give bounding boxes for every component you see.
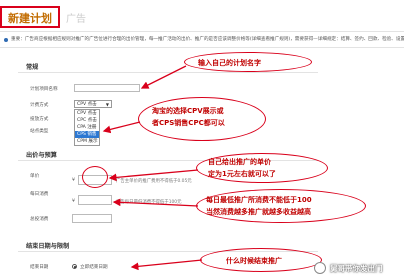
arrow-4 [112, 198, 199, 207]
watermark-text: 舅哥带你发出门 [330, 264, 383, 273]
arrow-5 [130, 259, 203, 271]
arrow-2 [102, 121, 141, 134]
annotation-arrows [102, 65, 203, 271]
watermark-icon [314, 262, 326, 274]
arrow-1 [140, 65, 187, 89]
arrow-3 [108, 169, 199, 182]
